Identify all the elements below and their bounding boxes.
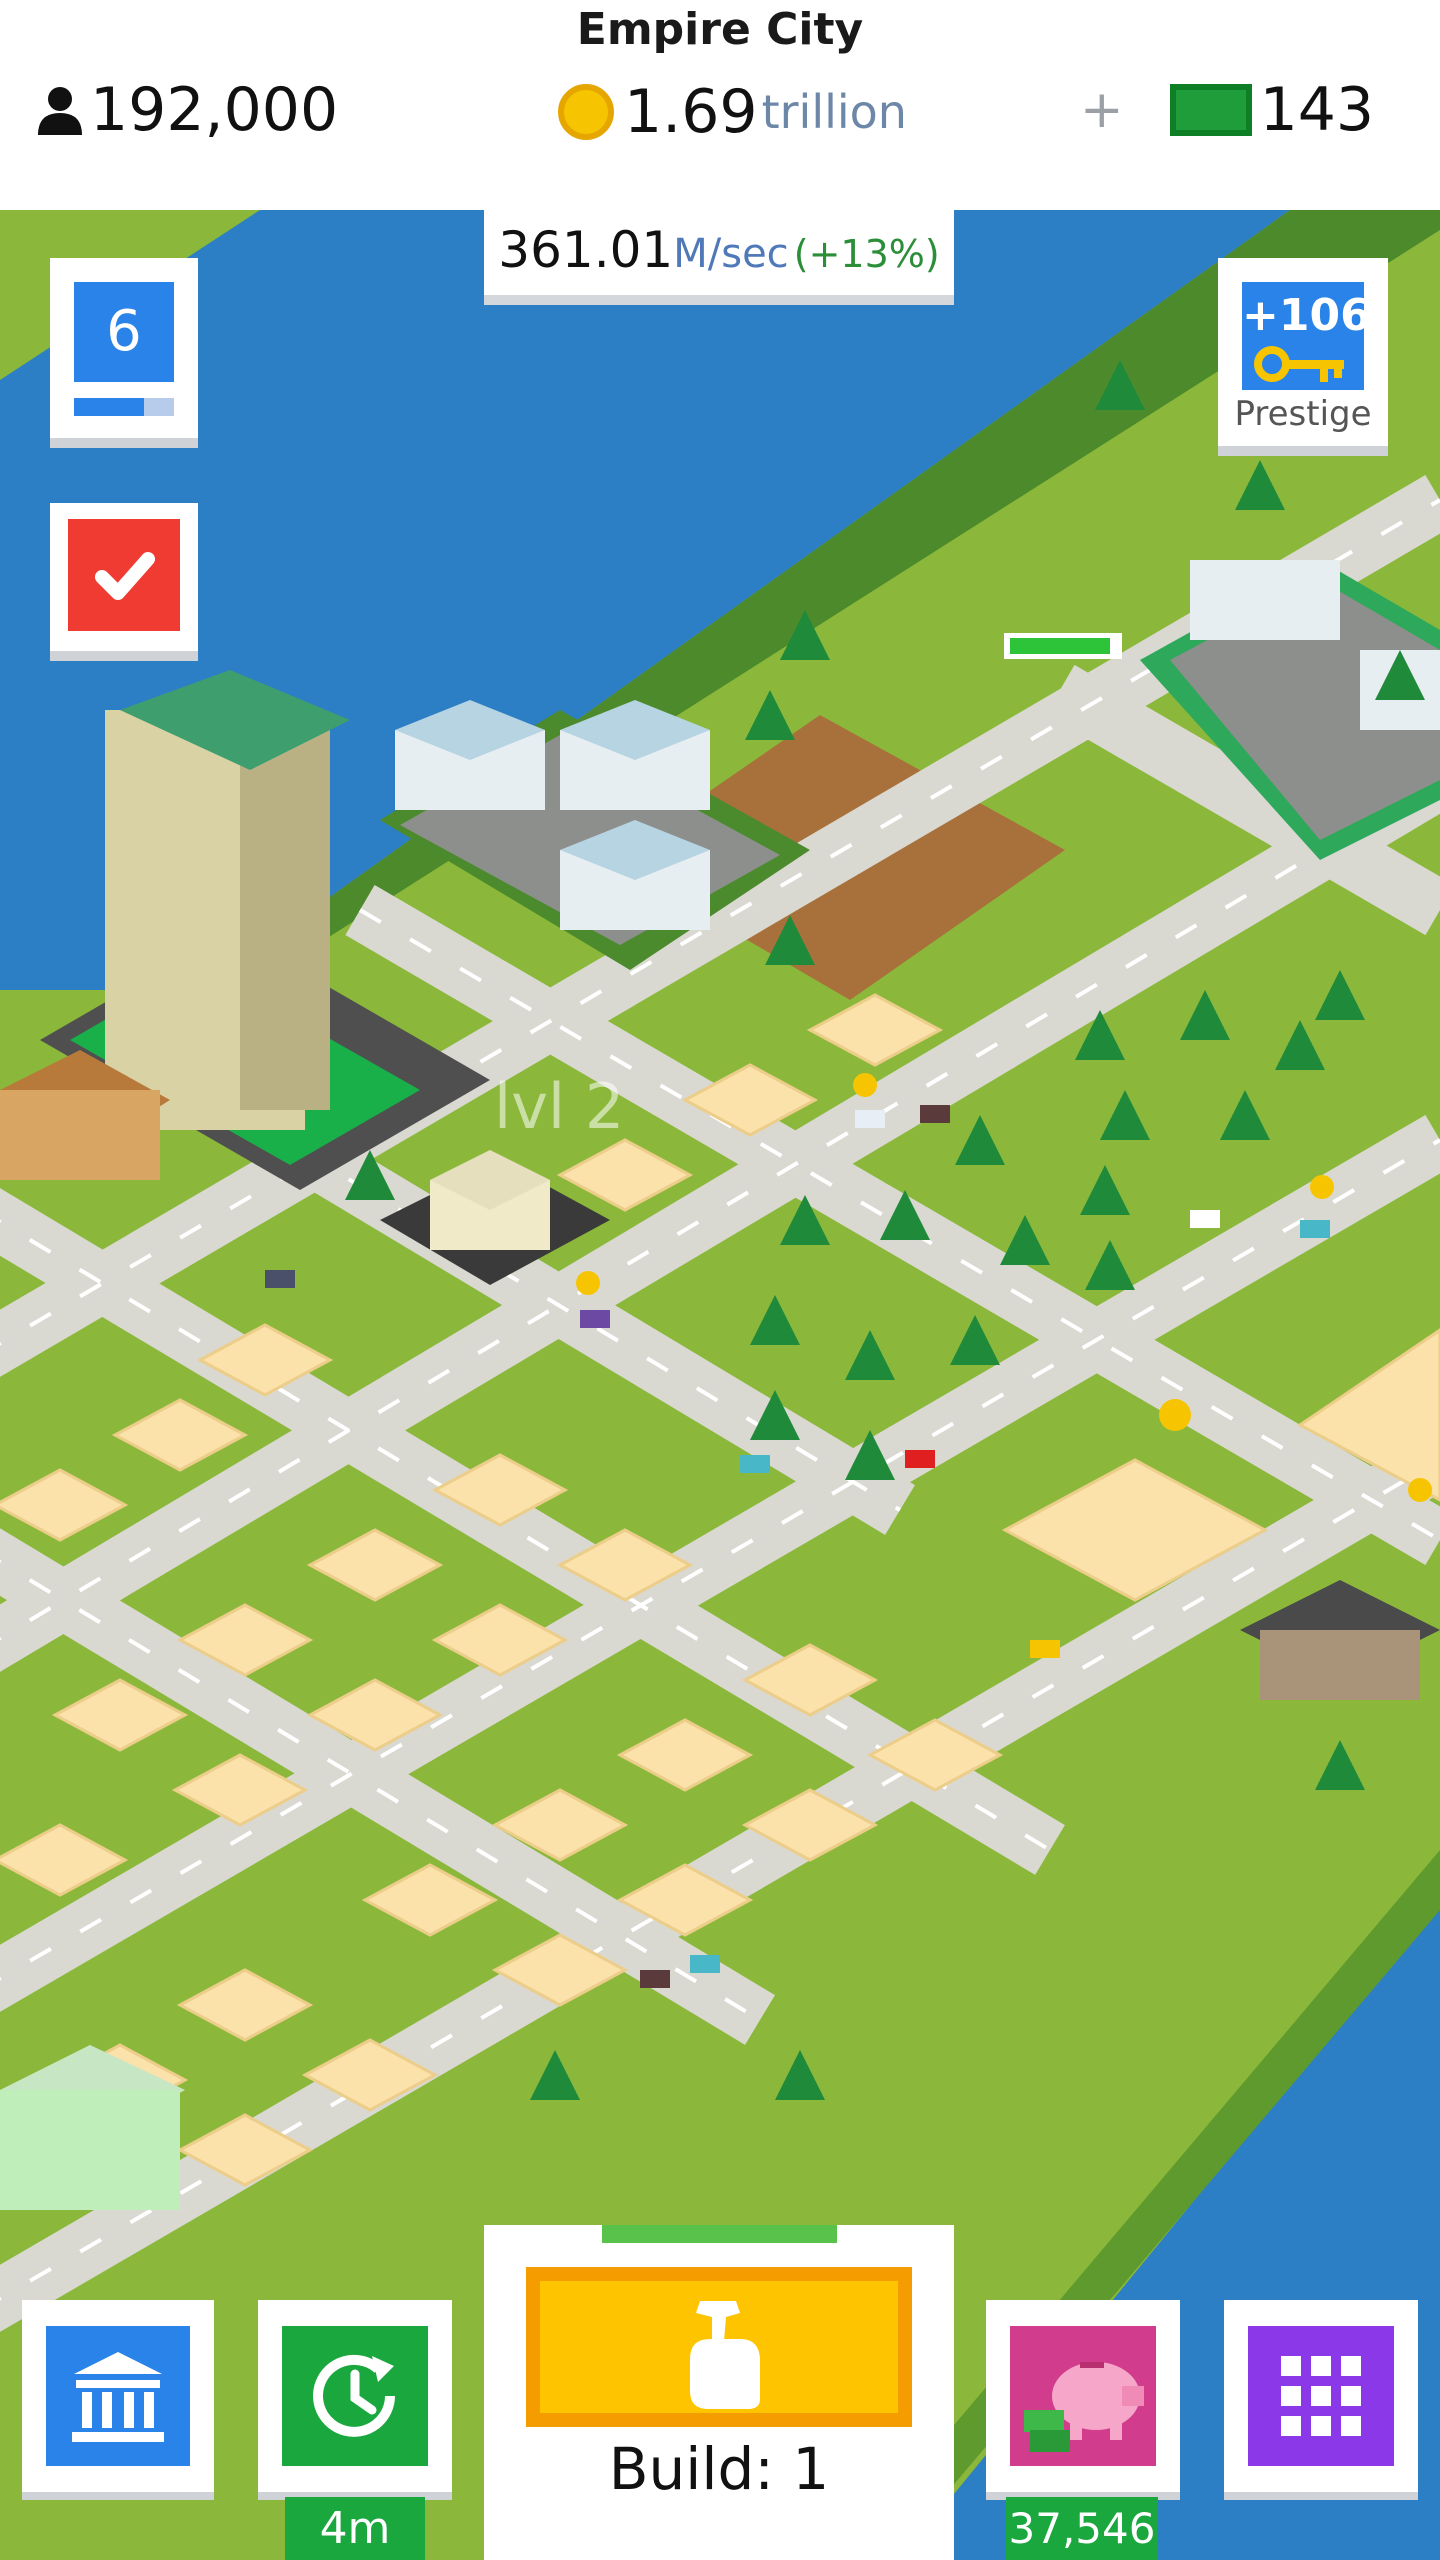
person-icon [38, 87, 82, 135]
piggy-bank-value: 37,546 [1006, 2497, 1158, 2560]
boost-timer: 4m [285, 2497, 425, 2560]
level-progress-fill [74, 398, 144, 416]
prestige-button[interactable]: +106 Prestige [1218, 258, 1388, 456]
boost-button-face[interactable] [282, 2326, 428, 2466]
boost-button[interactable] [258, 2300, 452, 2500]
build-panel[interactable]: Build: 1 [484, 2225, 954, 2560]
tasks-button-face[interactable] [68, 519, 180, 631]
population-counter: 192,000 [36, 70, 338, 150]
level-number: 6 [74, 282, 174, 382]
population-value: 192,000 [90, 75, 339, 145]
tasks-button[interactable] [50, 503, 198, 661]
level-card[interactable]: 6 [50, 258, 198, 448]
add-cash-button[interactable]: + [1080, 80, 1124, 140]
income-unit: M/sec [673, 231, 789, 277]
money-unit: trillion [761, 85, 907, 139]
cash-value: 143 [1259, 75, 1375, 145]
lot-level-label: lvl 2 [494, 1070, 625, 1143]
menu-button-face[interactable] [1248, 2326, 1394, 2466]
money-value: 1.69 [624, 77, 758, 147]
banknote-icon [1169, 84, 1252, 136]
income-panel: 361.01M/sec (+13%) [484, 205, 954, 305]
prestige-value: +106 [1242, 290, 1371, 341]
money-counter: 1.69 trillion [558, 72, 907, 152]
coin-icon [558, 84, 614, 140]
piggy-bank-button[interactable] [986, 2300, 1180, 2500]
cash-counter[interactable]: + 143 [1080, 70, 1374, 150]
bank-button[interactable] [22, 2300, 214, 2500]
piggy-bank-icon [1024, 2362, 1144, 2452]
grid-icon [1281, 2356, 1361, 2436]
bank-icon [72, 2352, 164, 2442]
city-name: Empire City [576, 4, 864, 55]
build-progress-bar [601, 2225, 837, 2243]
menu-button[interactable] [1224, 2300, 1418, 2500]
income-bonus: (+13%) [793, 232, 940, 276]
level-progress-bar [74, 398, 174, 416]
piggy-bank-button-face[interactable] [1010, 2326, 1156, 2466]
build-count-label: Build: 1 [608, 2435, 830, 2503]
construction-progress-fill [1010, 638, 1110, 654]
build-button[interactable] [526, 2267, 912, 2427]
prestige-label: Prestige [1234, 394, 1372, 434]
hammer-hand-icon [690, 2301, 760, 2409]
bank-button-face[interactable] [46, 2326, 190, 2466]
top-bar: Empire City 192,000 1.69 trillion + 143 [0, 0, 1440, 210]
checkmark-icon [95, 552, 155, 600]
income-value: 361.01 [498, 221, 674, 279]
clock-arrow-icon [313, 2354, 395, 2437]
city-map[interactable] [0, 210, 1440, 2560]
